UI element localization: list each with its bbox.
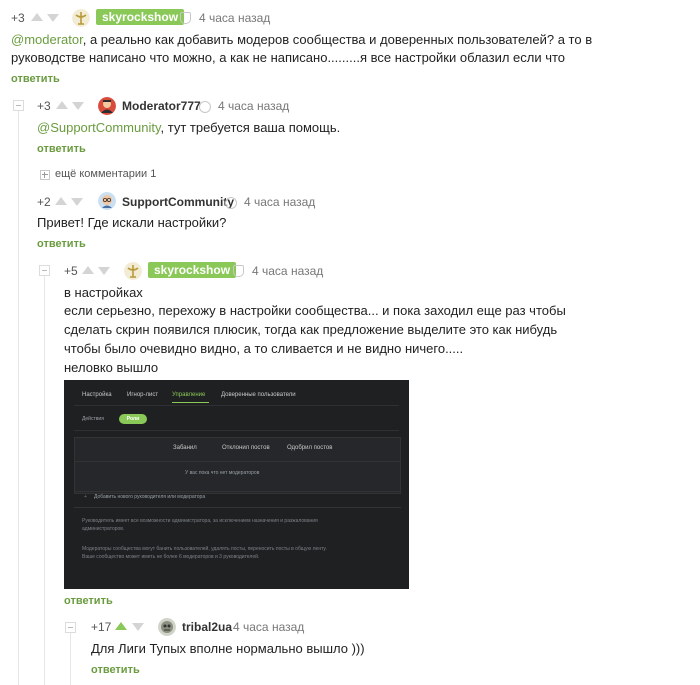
comment-time: 4 часа назад	[252, 264, 324, 278]
note-text: Руководитель имеет все возможности админ…	[82, 518, 318, 524]
mention-link[interactable]: @SupportCommunity	[37, 120, 161, 135]
reply-link[interactable]: ответить	[37, 143, 86, 155]
comment-text-line: если серьезно, перехожу в настройки сооб…	[64, 303, 566, 318]
screenshot-tab: Игнор-лист	[127, 392, 159, 398]
reply-link[interactable]: ответить	[91, 664, 140, 676]
reply-link[interactable]: ответить	[64, 595, 113, 607]
attached-screenshot[interactable]: Настройка Игнор-лист Управление Доверенн…	[64, 380, 409, 589]
comment-time: 4 часа назад	[218, 99, 290, 113]
downvote-icon[interactable]	[132, 623, 144, 631]
divider	[74, 507, 401, 508]
column-header: Одобрил постов	[287, 445, 333, 451]
shield-icon	[180, 12, 191, 24]
note-text: администраторов.	[82, 526, 125, 532]
screenshot-subtab-active: Роли	[119, 414, 147, 424]
screenshot-subtab: Действия	[82, 416, 104, 422]
divider	[74, 430, 399, 431]
comment-rating: +2	[37, 195, 51, 209]
clock-icon	[225, 197, 237, 209]
username[interactable]: Moderator777	[122, 99, 201, 113]
upvote-icon[interactable]	[82, 266, 94, 274]
expand-icon	[40, 170, 50, 180]
comment-text-line: чтобы было очевидно видно, а то сливаетс…	[64, 341, 464, 356]
collapse-thread-button[interactable]	[39, 265, 50, 276]
upvote-icon[interactable]	[56, 101, 68, 109]
note-text: Модераторы сообщества могут банить польз…	[82, 546, 327, 552]
thread-line	[70, 628, 71, 685]
screenshot-tab: Настройка	[82, 392, 112, 398]
username[interactable]: tribal2ua	[182, 620, 232, 634]
divider	[74, 491, 401, 492]
username-badge[interactable]: skyrockshow	[96, 9, 185, 25]
username[interactable]: SupportCommunity	[122, 195, 234, 209]
more-comments-label[interactable]: ещё комментарии 1	[55, 168, 156, 180]
reply-link[interactable]: ответить	[11, 73, 60, 85]
screenshot-tab-active: Управление	[172, 392, 206, 398]
upvote-icon[interactable]	[115, 622, 127, 630]
column-header: Отклонил постов	[222, 445, 270, 451]
add-moderator-link: Добавить нового руководителя или модерат…	[94, 494, 206, 500]
empty-state-text: У вас пока что нет модераторов	[185, 470, 260, 476]
comment-text: @SupportCommunity, тут требуется ваша по…	[37, 119, 340, 137]
screenshot-tab: Доверенные пользователи	[221, 392, 296, 398]
upvote-icon[interactable]	[31, 13, 43, 21]
clock-icon	[199, 101, 211, 113]
username-badge[interactable]: skyrockshow	[148, 262, 237, 278]
comment-text-line: руководстве написано что можно, а как не…	[11, 50, 566, 65]
comment-text: Привет! Где искали настройки?	[37, 215, 227, 230]
avatar[interactable]	[72, 9, 90, 27]
comment-text-line: , тут требуется ваша помощь.	[160, 120, 341, 135]
collapse-thread-button[interactable]	[65, 622, 76, 633]
upvote-icon[interactable]	[55, 197, 67, 205]
note-text: Ваше сообщество может иметь не более 6 м…	[82, 554, 260, 560]
shield-icon	[233, 265, 244, 277]
downvote-icon[interactable]	[71, 198, 83, 206]
comment-rating: +17	[91, 620, 112, 634]
comment-rating: +5	[64, 264, 78, 278]
comment-rating: +3	[37, 99, 51, 113]
comment-time: 4 часа назад	[244, 195, 316, 209]
downvote-icon[interactable]	[72, 102, 84, 110]
comment-text: Для Лиги Тупых вполне нормально вышло ))…	[91, 641, 365, 656]
downvote-icon[interactable]	[47, 14, 59, 22]
comment-text-line: в настройках	[64, 285, 143, 300]
divider	[74, 405, 399, 406]
column-header: Забанил	[173, 445, 197, 451]
avatar[interactable]	[98, 97, 116, 115]
comment-text-line: сделать скрин появился плюсик, тогда как…	[64, 322, 558, 337]
divider	[74, 461, 401, 462]
comment-time: 4 часа назад	[199, 11, 271, 25]
comment-text-line: неловко вышло	[64, 360, 159, 375]
avatar[interactable]	[98, 192, 116, 210]
active-tab-underline	[172, 402, 209, 403]
avatar[interactable]	[158, 618, 176, 636]
add-moderator-plus-icon: +	[84, 494, 87, 500]
comment-text-line: , а реально как добавить модеров сообщес…	[82, 32, 593, 47]
reply-link[interactable]: ответить	[37, 238, 86, 250]
downvote-icon[interactable]	[98, 267, 110, 275]
collapse-thread-button[interactable]	[13, 100, 24, 111]
thread-line	[18, 100, 19, 685]
avatar[interactable]	[124, 262, 142, 280]
comment-text: @moderator, а реально как добавить модер…	[11, 31, 592, 49]
thread-line	[44, 275, 45, 685]
comment-time: 4 часа назад	[233, 620, 305, 634]
comment-rating: +3	[11, 11, 25, 25]
mention-link[interactable]: @moderator	[11, 32, 83, 47]
